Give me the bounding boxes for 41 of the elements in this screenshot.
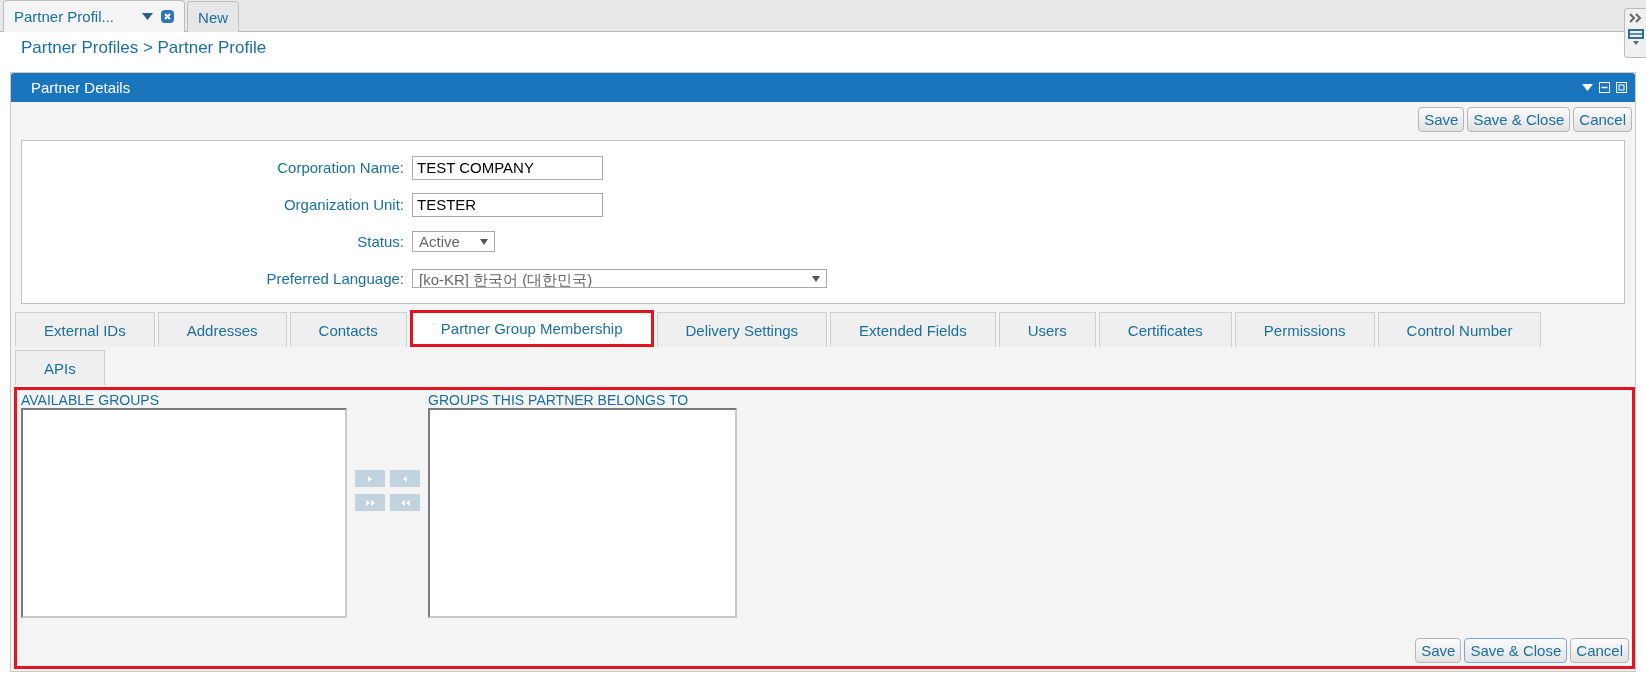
field-label: Preferred Language: <box>265 270 404 287</box>
tab[interactable]: Partner Group Membership <box>409 310 654 347</box>
panel-layout-icon[interactable] <box>1627 29 1644 47</box>
tab[interactable]: Extended Fields <box>830 312 996 347</box>
caret-icon[interactable] <box>142 13 154 20</box>
tab[interactable]: Addresses <box>157 312 287 347</box>
maximize-icon[interactable] <box>1616 82 1627 93</box>
tab[interactable]: Permissions <box>1234 312 1375 347</box>
save-button[interactable]: Save <box>1415 638 1462 663</box>
double-triangle-left-icon <box>399 497 411 508</box>
text-field[interactable]: TEST COMPANY <box>412 155 603 180</box>
tab[interactable]: External IDs <box>15 312 155 347</box>
save-close-button[interactable]: Save & Close <box>1464 638 1568 663</box>
breadcrumb: Partner Profiles > Partner Profile <box>21 37 267 59</box>
tab[interactable]: Certificates <box>1098 312 1232 347</box>
field-label: Status: <box>356 233 404 250</box>
document-tab[interactable]: Partner Profil... <box>3 0 186 32</box>
field-label: Corporation Name: <box>276 159 404 176</box>
double-chevron-icon[interactable] <box>1628 13 1643 23</box>
text-field[interactable]: TESTER <box>412 192 603 217</box>
field-label: Organization Unit: <box>282 196 404 213</box>
tab[interactable]: Contacts <box>289 312 407 347</box>
double-triangle-right-icon <box>364 497 376 508</box>
save-button[interactable]: Save <box>1418 107 1465 132</box>
panel-title: Partner Details <box>31 79 132 96</box>
tab[interactable]: APIs <box>15 350 105 385</box>
minimize-icon[interactable] <box>1599 82 1610 93</box>
tab[interactable]: Control Number <box>1377 312 1542 347</box>
list-label: GROUPS THIS PARTNER BELONGS TO <box>428 392 690 408</box>
close-icon[interactable] <box>161 10 175 23</box>
caret-icon[interactable] <box>1582 84 1593 91</box>
save-close-button[interactable]: Save & Close <box>1467 107 1571 132</box>
tab[interactable]: Users <box>998 312 1096 347</box>
status-dropdown[interactable]: Active <box>412 231 495 252</box>
cancel-button[interactable]: Cancel <box>1570 638 1629 663</box>
caret-icon <box>480 238 488 245</box>
cancel-button[interactable]: Cancel <box>1573 107 1632 132</box>
list-label: AVAILABLE GROUPS <box>21 392 160 408</box>
tab[interactable]: Delivery Settings <box>656 312 828 347</box>
caret-icon <box>812 275 820 282</box>
document-tab[interactable]: New <box>187 1 240 32</box>
